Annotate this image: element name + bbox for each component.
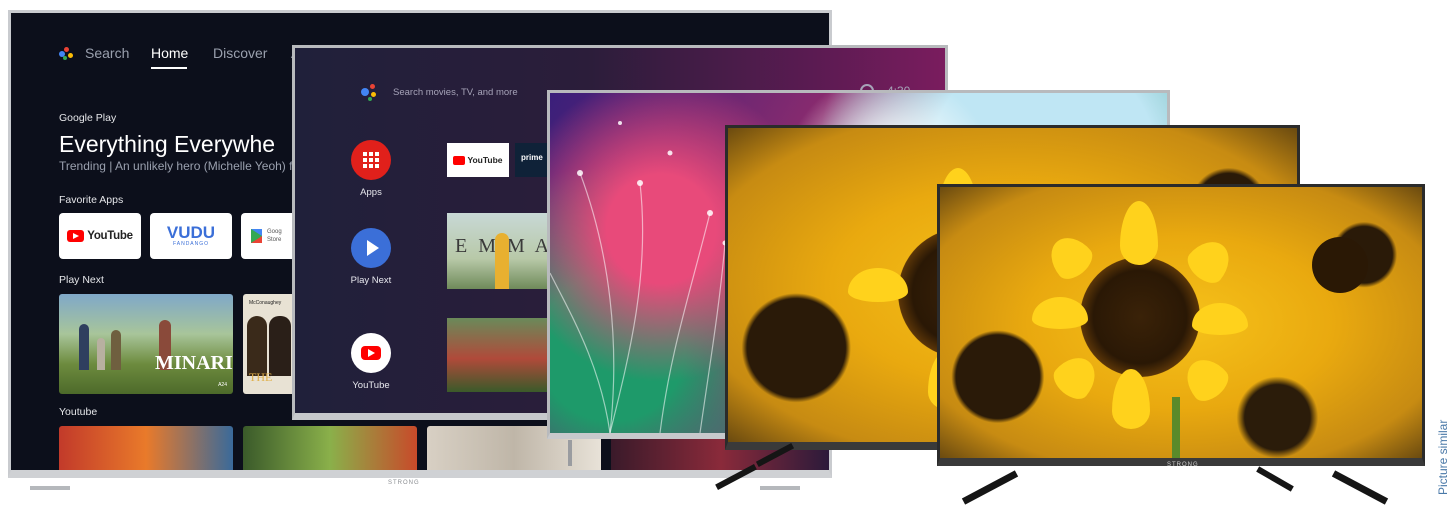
strong-logo: STRONG bbox=[388, 480, 420, 486]
figure-person bbox=[97, 338, 105, 370]
sunflower-petal bbox=[1041, 228, 1099, 286]
tv-stand-right bbox=[1331, 470, 1389, 505]
fandango-label: FANDANGO bbox=[172, 241, 210, 247]
play-next-label: Play Next bbox=[350, 275, 392, 286]
minari-thumbnail[interactable]: MINARI A24 bbox=[59, 294, 233, 394]
youtube-icon bbox=[361, 346, 381, 360]
dance-movie-tile[interactable] bbox=[447, 318, 557, 392]
sunflower-center bbox=[1080, 257, 1200, 377]
youtube-icon bbox=[67, 230, 85, 242]
play-next-heading: Play Next bbox=[59, 274, 104, 286]
sunflower-petal bbox=[1032, 297, 1088, 329]
apps-grid-icon bbox=[363, 152, 379, 168]
google-play-brand: Google Play bbox=[59, 112, 117, 124]
minari-title: MINARI bbox=[155, 352, 233, 374]
play-store-icon bbox=[251, 229, 262, 243]
tv-stand-left bbox=[30, 486, 70, 490]
vudu-app-tile[interactable]: VUDU FANDANGO bbox=[150, 213, 232, 259]
search-input[interactable]: Search movies, TV, and more bbox=[393, 87, 518, 98]
youtube-button[interactable] bbox=[351, 333, 391, 373]
apps-button[interactable] bbox=[351, 140, 391, 180]
youtube-tile-label: YouTube bbox=[467, 155, 503, 165]
tv-stand-right bbox=[760, 486, 800, 490]
movie-thumbnail[interactable]: McConaughey THE bbox=[243, 294, 299, 394]
tv-stand-left bbox=[961, 470, 1019, 505]
tv-stand-left bbox=[568, 440, 572, 466]
nav-search[interactable]: Search bbox=[85, 45, 129, 61]
picture-similar-note: Picture similar bbox=[1436, 419, 1450, 495]
tv-stand-right bbox=[1256, 466, 1294, 492]
youtube-channel-tile[interactable]: YouTube bbox=[447, 143, 509, 177]
movie-title: THE bbox=[249, 370, 273, 384]
nav-home[interactable]: Home bbox=[151, 45, 188, 61]
play-store-label: Goog bbox=[267, 229, 282, 235]
youtube-app-tile[interactable]: YouTube bbox=[59, 213, 141, 259]
apps-label: Apps bbox=[360, 187, 382, 198]
figure-person bbox=[269, 316, 291, 376]
figure-person bbox=[79, 324, 89, 370]
youtube-video-thumb[interactable] bbox=[243, 426, 417, 470]
google-assistant-icon[interactable] bbox=[59, 47, 77, 61]
strong-logo: STRONG bbox=[1167, 462, 1199, 468]
vudu-logo: VUDU bbox=[166, 223, 216, 242]
a24-logo: A24 bbox=[218, 382, 227, 388]
figure-person bbox=[247, 316, 267, 376]
play-store-label-2: Store bbox=[267, 237, 282, 243]
hero-subtitle: Trending | An unlikely hero (Michelle Ye… bbox=[59, 159, 293, 173]
sunflower-petal bbox=[848, 268, 908, 302]
play-icon bbox=[367, 240, 379, 256]
prime-label: prime bbox=[521, 153, 543, 162]
sunflower-petal bbox=[1192, 303, 1248, 335]
play-next-button[interactable] bbox=[351, 228, 391, 268]
sunflower-petal bbox=[1177, 350, 1235, 408]
sunflower-center bbox=[1312, 237, 1368, 293]
youtube-app-label: YouTube bbox=[87, 230, 133, 242]
sunflower-petal bbox=[1181, 232, 1239, 290]
youtube-video-thumb[interactable] bbox=[59, 426, 233, 470]
youtube-heading: Youtube bbox=[59, 406, 98, 418]
emma-movie-tile[interactable]: E M M A bbox=[447, 213, 557, 289]
sunflower-petal bbox=[1120, 201, 1158, 265]
youtube-label: YouTube bbox=[352, 380, 390, 391]
nav-discover[interactable]: Discover bbox=[213, 45, 267, 61]
favorite-apps-heading: Favorite Apps bbox=[59, 194, 124, 206]
figure-person bbox=[495, 233, 509, 289]
sunflower-petal bbox=[1112, 369, 1150, 429]
google-assistant-icon[interactable] bbox=[359, 82, 379, 102]
movie-credit: McConaughey bbox=[249, 300, 282, 306]
home-active-indicator bbox=[151, 67, 187, 69]
sunflower-stem bbox=[1172, 397, 1180, 458]
sunflower-tv-screen-front bbox=[937, 184, 1425, 466]
figure-person bbox=[111, 330, 121, 370]
hero-title[interactable]: Everything Everywhe bbox=[59, 131, 275, 158]
youtube-icon bbox=[453, 155, 466, 165]
